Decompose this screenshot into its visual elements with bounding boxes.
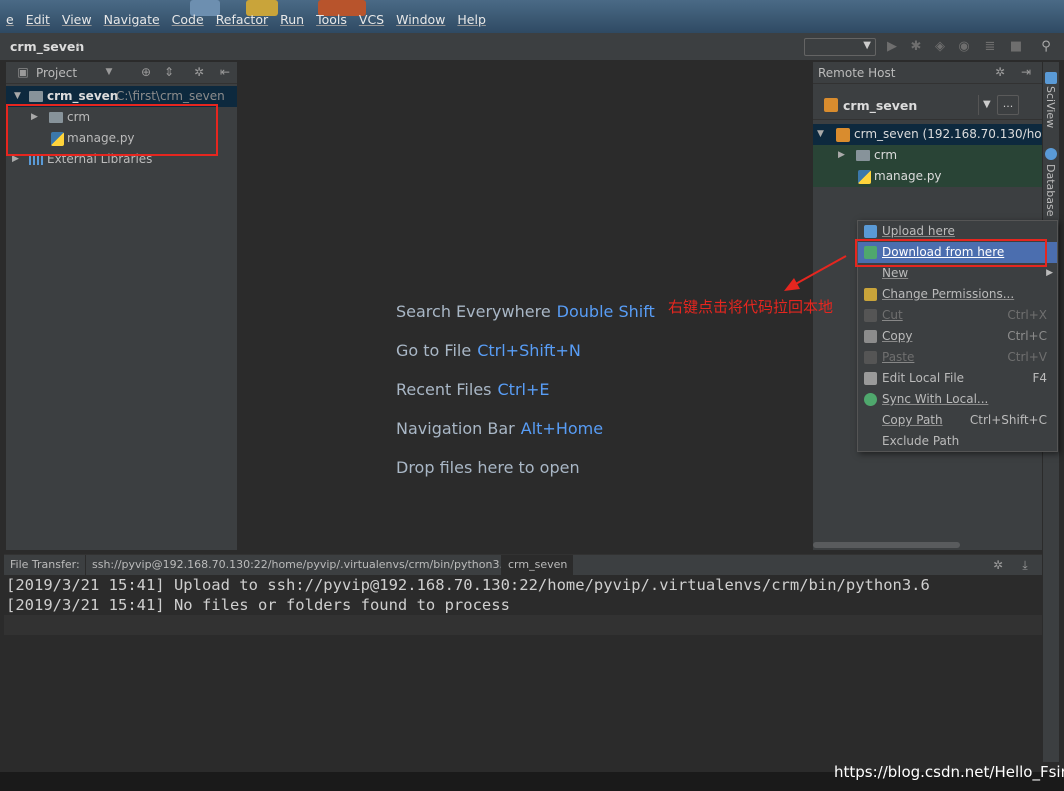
remote-host-title[interactable]: Remote Host (818, 66, 895, 80)
coverage-icon[interactable]: ◈ (932, 39, 948, 55)
folder-icon (29, 91, 43, 102)
hide-panel-icon[interactable]: ⤓ (1018, 558, 1032, 573)
project-panel-title[interactable]: Project (36, 66, 77, 80)
tab-file-transfer-crm-seven[interactable]: crm_seven (501, 555, 574, 576)
menu-item-window[interactable]: Window (390, 12, 451, 32)
gear-icon[interactable]: ✲ (991, 558, 1005, 572)
menu-item-sync-with-local[interactable]: Sync With Local... (858, 389, 1057, 410)
expand-right-icon[interactable]: ▶ (838, 145, 845, 166)
tab-file-transfer-ssh[interactable]: ssh://pyvip@192.168.70.130:22/home/pyvip… (85, 555, 516, 576)
server-selector[interactable]: crm_seven ▼ ... (813, 90, 1042, 120)
profile-icon[interactable]: ◉ (956, 39, 972, 55)
tree-item-label: crm (874, 148, 898, 162)
annotation-text: 右键点击将代码拉回本地 (668, 298, 834, 316)
shortcut-key: Alt+Home (520, 419, 604, 438)
submenu-arrow-icon: ▶ (1046, 268, 1053, 278)
expand-down-icon[interactable]: ▼ (817, 124, 824, 145)
menu-item-copy-path[interactable]: Copy Path Ctrl+Shift+C (858, 410, 1057, 431)
breadcrumb[interactable]: crm_seven (10, 39, 84, 54)
copy-icon (864, 330, 877, 343)
menu-item-navigate[interactable]: Navigate (98, 12, 166, 32)
sftp-server-icon (836, 128, 850, 142)
project-icon: ▣ (17, 65, 29, 79)
menu-item-copy[interactable]: Copy Ctrl+C (858, 326, 1057, 347)
chevron-down-icon: ▼ (863, 40, 871, 51)
key-icon (864, 288, 877, 301)
python-file-icon (858, 170, 871, 184)
stop-icon[interactable]: ■ (1008, 39, 1024, 55)
debug-icon[interactable]: ✱ (908, 39, 924, 55)
shortcut-key: Double Shift (556, 302, 655, 321)
run-configuration-select[interactable]: ▼ (804, 38, 876, 56)
highlight-box-project-files (6, 104, 218, 156)
gear-icon[interactable]: ✲ (192, 65, 206, 79)
chevron-down-icon[interactable]: ▼ (978, 95, 991, 115)
menu-item-edit-local-file[interactable]: Edit Local File F4 (858, 368, 1057, 389)
gear-icon[interactable]: ✲ (993, 65, 1007, 79)
hint-recent-files: Recent Files Ctrl+E (396, 380, 550, 399)
log-line: [2019/3/21 15:41] No files or folders fo… (6, 596, 510, 614)
menu-item-tools[interactable]: Tools (310, 12, 353, 32)
sync-icon (864, 393, 877, 406)
tree-item-label: manage.py (874, 169, 942, 183)
folder-icon (856, 150, 870, 161)
database-icon (1045, 148, 1057, 160)
menu-item-run[interactable]: Run (274, 12, 310, 32)
file-transfer-label: File Transfer: (10, 558, 80, 571)
highlight-box-download (855, 239, 1047, 267)
tab-sciview[interactable]: SciView (1044, 86, 1057, 128)
upload-icon (864, 225, 877, 238)
watermark: https://blog.csdn.net/Hello_Fsir (834, 763, 1064, 781)
menu-item-vcs[interactable]: VCS (353, 12, 390, 32)
hint-go-to-file: Go to File Ctrl+Shift+N (396, 341, 581, 360)
shortcut-key: Ctrl+E (497, 380, 550, 399)
remote-tree-item-crm[interactable]: ▶ crm (813, 145, 1042, 166)
sciview-icon (1045, 72, 1057, 84)
scroll-from-source-icon[interactable]: ⊕ (139, 65, 153, 79)
navigation-bar: crm_seven › ▼ ▶ ✱ ◈ ◉ ≣ ■ ⚲ (0, 33, 1064, 61)
file-transfer-console: [2019/3/21 15:41] Upload to ssh://pyvip@… (4, 575, 1042, 772)
hide-panel-icon[interactable]: ⇥ (1019, 65, 1033, 79)
hint-navigation-bar: Navigation Bar Alt+Home (396, 419, 604, 438)
hint-drop-files: Drop files here to open (396, 458, 580, 477)
menu-item-refactor[interactable]: Refactor (210, 12, 274, 32)
menu-item-change-permissions[interactable]: Change Permissions... (858, 284, 1057, 305)
remote-tree-item-manage-py[interactable]: manage.py (813, 166, 1042, 187)
menu-item-help[interactable]: Help (451, 12, 492, 32)
menu-item-cut[interactable]: Cut Ctrl+X (858, 305, 1057, 326)
menu-item-view[interactable]: View (56, 12, 98, 32)
search-icon[interactable]: ⚲ (1038, 39, 1054, 55)
hide-panel-icon[interactable]: ⇤ (218, 65, 232, 79)
remote-host-header: Remote Host ✲ ⇥ (813, 62, 1042, 84)
menu-bar: e Edit View Navigate Code Refactor Run T… (0, 0, 1064, 33)
server-name[interactable]: crm_seven (843, 98, 917, 113)
menu-item-code[interactable]: Code (166, 12, 210, 32)
scissors-icon (864, 309, 877, 322)
log-line: [2019/3/21 15:41] Upload to ssh://pyvip@… (6, 576, 930, 594)
horizontal-scrollbar[interactable] (813, 542, 960, 548)
build-icon[interactable]: ≣ (982, 39, 998, 55)
hint-search-everywhere: Search Everywhere Double Shift (396, 302, 655, 321)
paste-icon (864, 351, 877, 364)
run-icon[interactable]: ▶ (884, 39, 900, 55)
remote-tree-root[interactable]: ▼ crm_seven (192.168.70.130/hom (813, 124, 1042, 145)
file-transfer-header: File Transfer: ssh://pyvip@192.168.70.13… (4, 554, 1042, 576)
menu-item-paste[interactable]: Paste Ctrl+V (858, 347, 1057, 368)
annotation-arrow-icon (784, 255, 847, 291)
console-current-line (4, 615, 1042, 635)
shortcut-key: Ctrl+Shift+N (477, 341, 581, 360)
server-more-button[interactable]: ... (997, 95, 1019, 115)
menu-item-file[interactable]: e (0, 12, 20, 32)
menu-item-exclude-path[interactable]: Exclude Path (858, 431, 1057, 452)
edit-icon (864, 372, 877, 385)
tree-item-label: crm_seven (192.168.70.130/hom (854, 127, 1042, 141)
tab-database[interactable]: Database (1044, 164, 1057, 217)
project-panel-header: ▣ Project ▼ ⊕ ⇕ ✲ ⇤ (6, 62, 237, 84)
chevron-right-icon: › (76, 38, 82, 53)
collapse-all-icon[interactable]: ⇕ (162, 65, 176, 79)
sftp-server-icon (824, 98, 838, 112)
menu-item-edit[interactable]: Edit (20, 12, 56, 32)
chevron-down-icon[interactable]: ▼ (102, 67, 116, 77)
